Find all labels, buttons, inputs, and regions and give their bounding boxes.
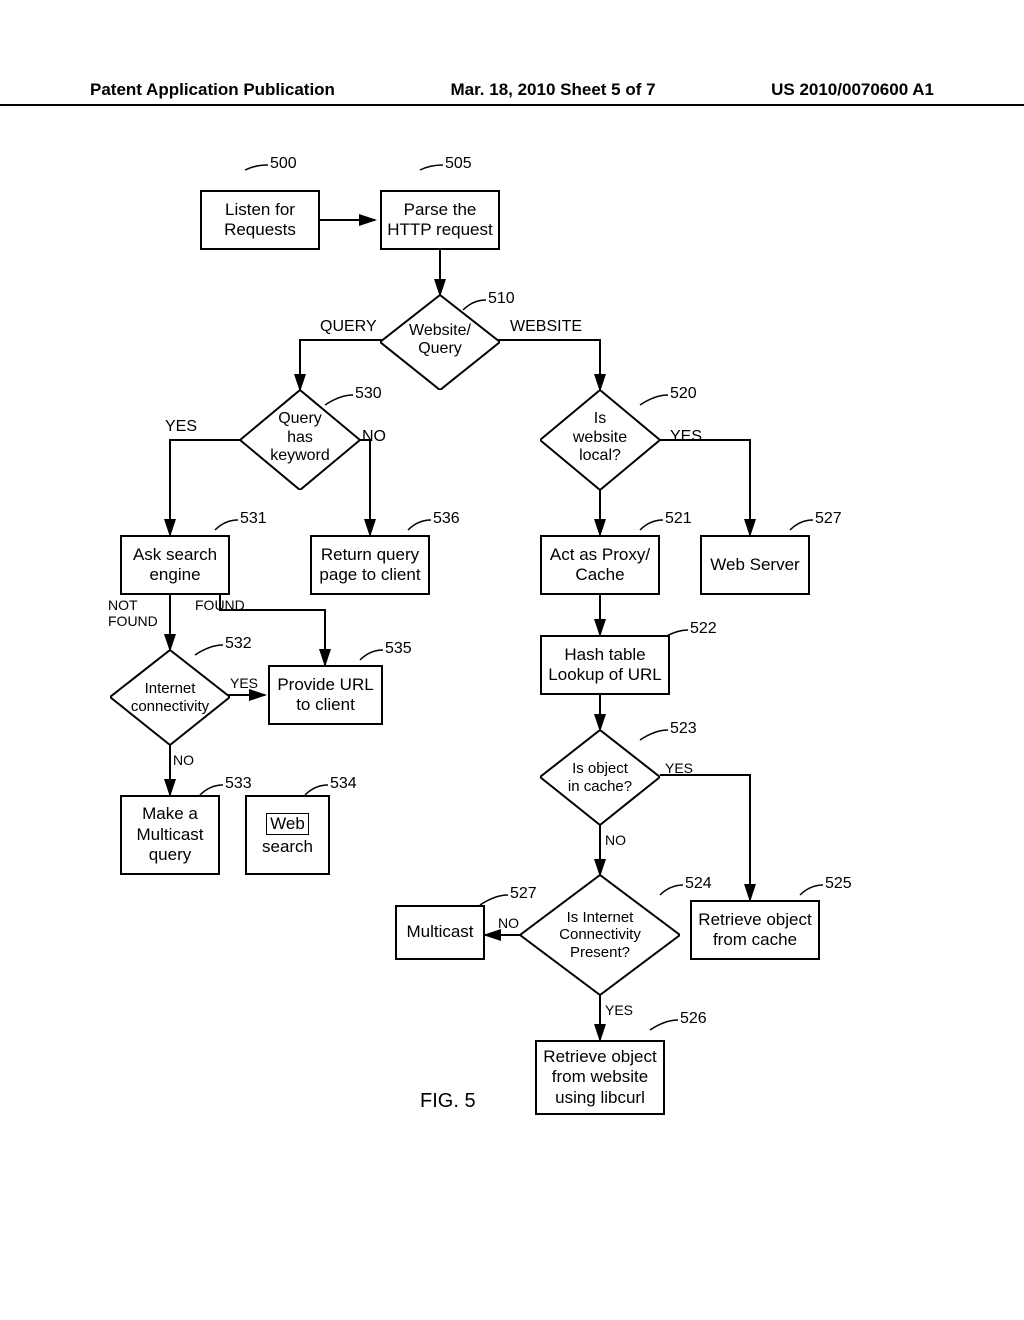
label-website: WEBSITE [510, 318, 582, 336]
box-text: Act as Proxy/ Cache [550, 545, 650, 586]
box-retrieve-libcurl: Retrieve object from website using libcu… [535, 1040, 665, 1115]
diamond-text: Is object in cache? [555, 755, 645, 800]
flowchart: Listen for Requests 500 Parse the HTTP r… [0, 160, 1024, 1260]
label-no: NO [362, 428, 386, 446]
ref-520: 520 [670, 385, 697, 403]
diamond-text: Is Internet Connectivity Present? [540, 905, 660, 965]
diamond-text: Website/ Query [400, 315, 480, 365]
box-parse-http: Parse the HTTP request [380, 190, 500, 250]
box-hash-table: Hash table Lookup of URL [540, 635, 670, 695]
box-text: Retrieve object from cache [698, 910, 811, 951]
box-text: Web Server [710, 555, 799, 575]
box-web-search: Web search [245, 795, 330, 875]
ref-532: 532 [225, 635, 252, 653]
label-found: FOUND [195, 597, 245, 613]
box-text: Provide URL to client [277, 675, 373, 716]
box-text: Multicast [406, 922, 473, 942]
figure-label: FIG. 5 [420, 1090, 476, 1113]
diamond-text: Query has keyword [258, 408, 342, 468]
box-listen-requests: Listen for Requests [200, 190, 320, 250]
ref-526: 526 [680, 1010, 707, 1028]
ref-535: 535 [385, 640, 412, 658]
ref-534: 534 [330, 775, 357, 793]
label-query: QUERY [320, 318, 377, 336]
box-return-query-page: Return query page to client [310, 535, 430, 595]
label-no: NO [173, 752, 194, 768]
header-right: US 2010/0070600 A1 [771, 80, 934, 100]
ref-533: 533 [225, 775, 252, 793]
label-yes: YES [670, 428, 702, 446]
ref-524: 524 [685, 875, 712, 893]
box-ask-search-engine: Ask search engine [120, 535, 230, 595]
diamond-text: Is website local? [558, 408, 642, 468]
ref-522: 522 [690, 620, 717, 638]
box-text: Parse the HTTP request [387, 200, 493, 241]
box-text: search [262, 837, 313, 857]
box-text: Listen for Requests [224, 200, 296, 241]
label-yes: YES [165, 418, 197, 436]
label-not-found: NOT FOUND [108, 597, 158, 629]
ref-510: 510 [488, 290, 515, 308]
label-no: NO [498, 915, 519, 931]
ref-527b: 527 [510, 885, 537, 903]
ref-500: 500 [270, 155, 297, 173]
header-left: Patent Application Publication [90, 80, 335, 100]
ref-521: 521 [665, 510, 692, 528]
ref-530: 530 [355, 385, 382, 403]
diamond-text: Internet connectivity [122, 675, 218, 720]
box-multicast-query: Make a Multicast query [120, 795, 220, 875]
header-center: Mar. 18, 2010 Sheet 5 of 7 [451, 80, 656, 100]
ref-531: 531 [240, 510, 267, 528]
label-yes: YES [230, 675, 258, 691]
box-act-as-proxy: Act as Proxy/ Cache [540, 535, 660, 595]
box-text: Return query page to client [319, 545, 420, 586]
ref-525: 525 [825, 875, 852, 893]
label-yes: YES [665, 760, 693, 776]
label-yes: YES [605, 1002, 633, 1018]
box-provide-url: Provide URL to client [268, 665, 383, 725]
box-retrieve-from-cache: Retrieve object from cache [690, 900, 820, 960]
box-text: Retrieve object from website using libcu… [543, 1047, 656, 1108]
ref-527: 527 [815, 510, 842, 528]
ref-536: 536 [433, 510, 460, 528]
inner-box: Web [266, 813, 309, 835]
label-no: NO [605, 832, 626, 848]
page-header: Patent Application Publication Mar. 18, … [0, 80, 1024, 106]
ref-505: 505 [445, 155, 472, 173]
box-multicast: Multicast [395, 905, 485, 960]
box-text: Hash table Lookup of URL [548, 645, 661, 686]
ref-523: 523 [670, 720, 697, 738]
box-text: Make a Multicast query [136, 804, 203, 865]
box-text: Ask search engine [133, 545, 217, 586]
box-web-server: Web Server [700, 535, 810, 595]
